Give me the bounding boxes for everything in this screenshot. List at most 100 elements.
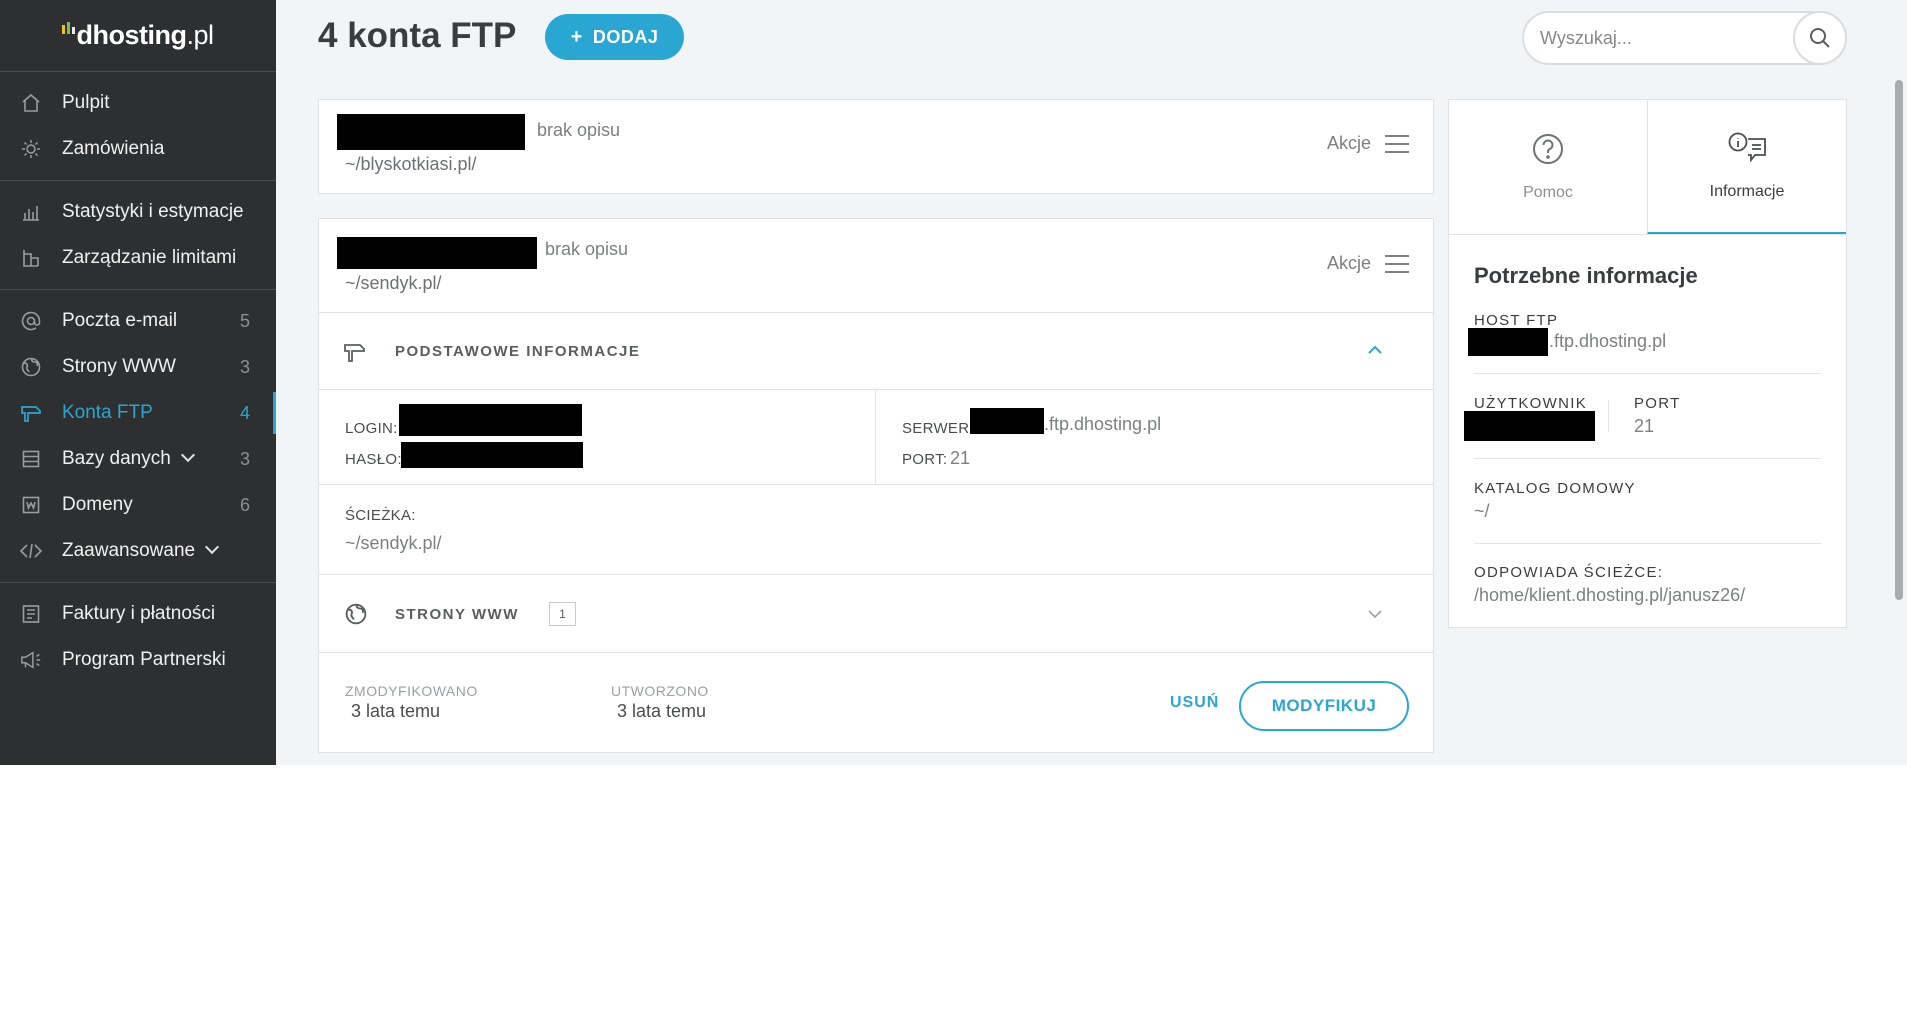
sidebar-item-bazy-danych[interactable]: Bazy danych 3	[0, 436, 276, 482]
sidebar-item-zaawansowane[interactable]: Zaawansowane	[0, 528, 276, 574]
credentials-block: LOGIN: HASŁO:	[319, 390, 876, 485]
actions-label: Akcje	[1326, 253, 1371, 273]
megaphone-icon	[20, 649, 42, 671]
logo-bars-icon	[62, 21, 76, 34]
page-scrollbar[interactable]	[1895, 80, 1903, 600]
tab-informacje[interactable]: Informacje	[1647, 100, 1846, 234]
search-icon	[1810, 28, 1830, 48]
sidebar-item-partner[interactable]: Program Partnerski	[0, 637, 276, 683]
port-value: 21	[950, 448, 971, 468]
search-input[interactable]	[1540, 25, 1780, 51]
sidebar-item-limity[interactable]: Zarządzanie limitami	[0, 235, 276, 281]
mapped-path-value: /home/klient.dhosting.pl/janusz26/	[1474, 585, 1746, 605]
port-label: PORT:	[902, 451, 948, 468]
sidebar-item-konta-ftp[interactable]: Konta FTP 4	[0, 390, 276, 436]
hamburger-icon	[1385, 254, 1409, 273]
sidebar-item-label: Faktury i płatności	[62, 603, 216, 624]
basic-info-toggle[interactable]: PODSTAWOWE INFORMACJE	[319, 313, 1433, 390]
sidebar-item-domeny[interactable]: Domeny 6	[0, 482, 276, 528]
logo-brand: dhosting	[76, 20, 187, 50]
account-path: ~/blyskotkiasi.pl/	[345, 154, 477, 174]
chevron-down-icon	[1368, 610, 1382, 619]
divider	[1474, 458, 1821, 459]
account-header[interactable]: brak opisu ~/sendyk.pl/ Akcje	[319, 219, 1433, 313]
logo[interactable]: dhosting .pl	[0, 0, 276, 72]
sidebar: dhosting .pl Pulpit Zamówienia Statystyki…	[0, 0, 276, 765]
info-chat-icon	[1728, 132, 1766, 163]
search-button[interactable]	[1793, 11, 1847, 65]
sidebar-item-strony[interactable]: Strony WWW 3	[0, 344, 276, 390]
ftp-account-card-expanded: brak opisu ~/sendyk.pl/ Akcje PODSTAWOWE…	[318, 218, 1434, 753]
sidebar-item-label: Bazy danych	[62, 448, 171, 469]
sidebar-item-statystyki[interactable]: Statystyki i estymacje	[0, 189, 276, 235]
add-button-label: DODAJ	[592, 26, 659, 47]
sidebar-item-label: Zaawansowane	[62, 540, 196, 561]
help-circle-icon	[1533, 134, 1563, 164]
sidebar-item-label: Strony WWW	[62, 356, 176, 377]
actions-menu-button[interactable]: Akcje	[1327, 253, 1409, 274]
sidebar-item-label: Domeny	[62, 494, 133, 515]
delete-button[interactable]: USUŃ	[1170, 694, 1219, 712]
user-label: UŻYTKOWNIK	[1474, 395, 1587, 412]
login-label: LOGIN:	[345, 420, 398, 437]
port-label: PORT	[1634, 395, 1681, 412]
divider	[1474, 373, 1821, 374]
redacted-server-prefix	[970, 408, 1044, 434]
home-icon	[20, 92, 42, 114]
port-value: 21	[1634, 416, 1655, 436]
nav-group-stats: Statystyki i estymacje Zarządzanie limit…	[0, 181, 276, 290]
ftp-icon	[344, 344, 365, 362]
invoice-icon	[20, 603, 42, 625]
info-title: Potrzebne informacje	[1474, 263, 1698, 288]
database-icon	[20, 448, 42, 470]
sidebar-item-label: Poczta e-mail	[62, 310, 178, 331]
info-tabs: Pomoc Informacje	[1449, 100, 1846, 235]
home-dir-value: ~/	[1474, 501, 1490, 521]
limits-icon	[20, 247, 42, 269]
account-footer: ZMODYFIKOWANO 3 lata temu UTWORZONO 3 la…	[319, 653, 1433, 753]
sidebar-item-zamowienia[interactable]: Zamówienia	[0, 126, 276, 172]
home-dir-label: KATALOG DOMOWY	[1474, 480, 1636, 497]
sidebar-item-label: Zarządzanie limitami	[62, 247, 237, 268]
globe-icon	[20, 356, 42, 378]
sidebar-item-count: 3	[239, 448, 250, 469]
ftp-icon	[20, 402, 42, 424]
globe-icon	[345, 603, 367, 625]
at-icon	[20, 310, 42, 332]
tab-label: Pomoc	[1523, 184, 1573, 201]
www-count-badge: 1	[549, 602, 576, 626]
chevron-down-icon	[205, 539, 220, 555]
account-description: brak opisu	[537, 120, 621, 140]
created-label: UTWORZONO	[611, 683, 709, 699]
divider	[1474, 543, 1821, 544]
host-value: .ftp.dhosting.pl	[1549, 331, 1667, 351]
sidebar-item-label: Pulpit	[62, 92, 110, 113]
sidebar-item-pulpit[interactable]: Pulpit	[0, 80, 276, 126]
chart-icon	[20, 201, 42, 223]
account-description: brak opisu	[545, 239, 629, 259]
sidebar-item-faktury[interactable]: Faktury i płatności	[0, 591, 276, 637]
nav-group-main: Pulpit Zamówienia	[0, 72, 276, 181]
server-label: SERWER:	[902, 420, 974, 437]
password-label: HASŁO:	[345, 451, 402, 468]
add-button[interactable]: + DODAJ	[545, 14, 684, 60]
redacted-login	[337, 114, 525, 150]
ftp-account-card[interactable]: brak opisu ~/blyskotkiasi.pl/ Akcje	[318, 99, 1434, 194]
actions-menu-button[interactable]: Akcje	[1327, 133, 1409, 154]
redacted-login-value	[399, 404, 582, 436]
sidebar-item-count: 3	[239, 356, 250, 377]
redacted-password-value	[401, 442, 583, 468]
nav-group-billing: Faktury i płatności Program Partnerski	[0, 583, 276, 691]
modified-value: 3 lata temu	[351, 701, 441, 721]
sidebar-item-label: Zamówienia	[62, 138, 165, 159]
sidebar-item-label: Konta FTP	[62, 402, 153, 423]
www-section-toggle[interactable]: STRONY WWW 1	[319, 575, 1433, 653]
sidebar-item-poczta[interactable]: Poczta e-mail 5	[0, 298, 276, 344]
actions-label: Akcje	[1326, 133, 1371, 153]
redacted-host-prefix	[1468, 328, 1548, 356]
mapped-path-label: ODPOWIADA ŚCIEŻCE:	[1474, 564, 1664, 581]
sidebar-item-count: 6	[239, 494, 250, 515]
path-value: ~/sendyk.pl/	[345, 533, 442, 553]
modify-button[interactable]: MODYFIKUJ	[1239, 681, 1409, 731]
tab-pomoc[interactable]: Pomoc	[1449, 100, 1647, 234]
